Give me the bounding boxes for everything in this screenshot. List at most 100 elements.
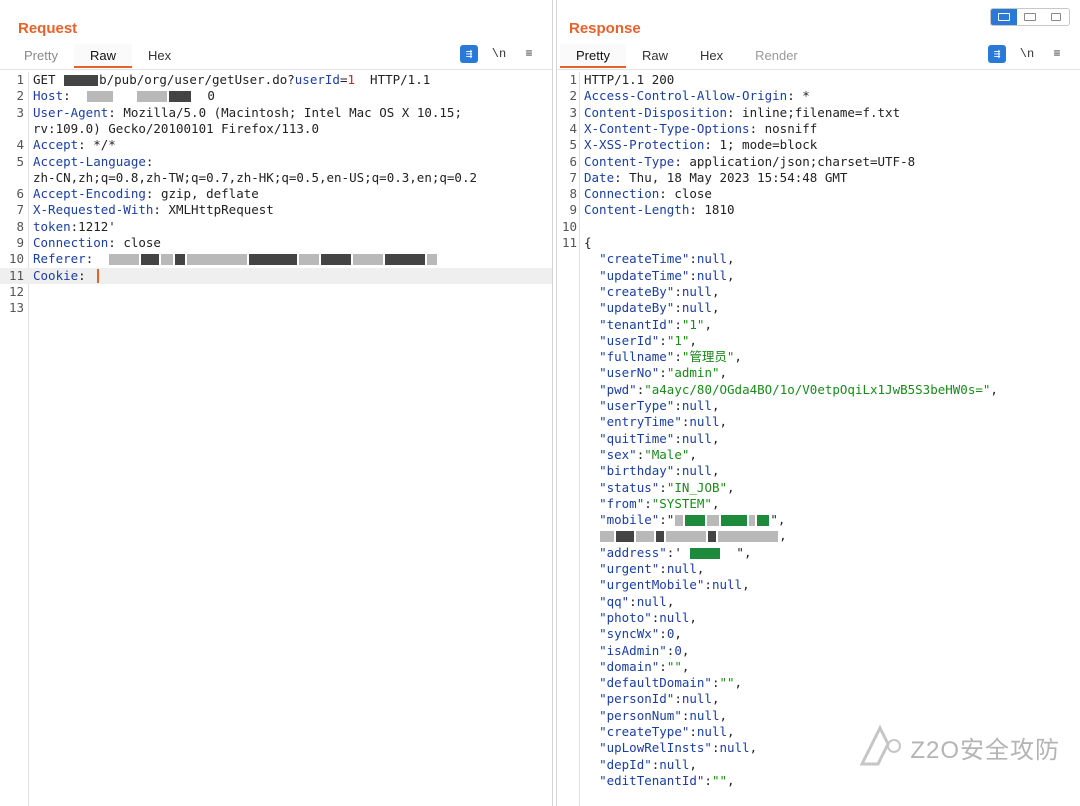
line-number: 7: [16, 202, 24, 218]
code-line[interactable]: 10 Referer:: [0, 251, 552, 267]
code-line[interactable]: "sex":"Male",: [557, 447, 1080, 463]
code-line[interactable]: "updateBy":null,: [557, 300, 1080, 316]
newline-toggle-icon[interactable]: \n: [490, 45, 508, 63]
code-line[interactable]: "pwd":"a4ayc/80/OGda4BO/1o/V0etpOqiLx1Jw…: [557, 382, 1080, 398]
code-line[interactable]: "urgent":null,: [557, 561, 1080, 577]
code-line[interactable]: "tenantId":"1",: [557, 317, 1080, 333]
code-line[interactable]: 8 Connection: close: [557, 186, 1080, 202]
code-line[interactable]: ,: [557, 528, 1080, 544]
response-editor[interactable]: 1 HTTP/1.1 200 2 Access-Control-Allow-Origi…: [557, 72, 1080, 806]
redacted-text: [86, 91, 113, 103]
code-line[interactable]: 9 Content-Length: 1810: [557, 202, 1080, 218]
pretty-print-icon[interactable]: ⇶: [460, 45, 478, 63]
menu-icon[interactable]: ≡: [1048, 45, 1066, 63]
code-line[interactable]: 11 {: [557, 235, 1080, 251]
code-text: ,: [727, 772, 735, 788]
stacked-layout-icon[interactable]: [1017, 9, 1043, 25]
code-line[interactable]: 10: [557, 219, 1080, 235]
watermark-text: Z2O安全攻防: [910, 736, 1060, 764]
newline-toggle-icon[interactable]: \n: [1018, 45, 1036, 63]
code-line[interactable]: "personId":null,: [557, 691, 1080, 707]
tab-response-raw[interactable]: Raw: [626, 44, 684, 68]
tab-response-render[interactable]: Render: [739, 44, 814, 68]
code-line[interactable]: 4 X-Content-Type-Options: nosniff: [557, 121, 1080, 137]
line-content: "photo":null,: [584, 610, 697, 626]
code-line[interactable]: "address":' ",: [557, 545, 1080, 561]
line-content: HTTP/1.1 200: [584, 72, 674, 88]
code-line[interactable]: "createBy":null,: [557, 284, 1080, 300]
code-line[interactable]: "from":"SYSTEM",: [557, 496, 1080, 512]
line-number: 8: [569, 186, 577, 202]
code-line[interactable]: 12: [0, 284, 552, 300]
code-line[interactable]: "birthday":null,: [557, 463, 1080, 479]
code-line[interactable]: "fullname":"管理员",: [557, 349, 1080, 365]
code-line[interactable]: 6 Content-Type: application/json;charset=…: [557, 154, 1080, 170]
pretty-print-icon[interactable]: ⇶: [988, 45, 1006, 63]
code-line[interactable]: 7 X-Requested-With: XMLHttpRequest: [0, 202, 552, 218]
tab-response-hex[interactable]: Hex: [684, 44, 739, 68]
code-line[interactable]: "editTenantId":"",: [557, 773, 1080, 789]
code-line[interactable]: "createTime":null,: [557, 251, 1080, 267]
code-line[interactable]: rv:109.0) Gecko/20100101 Firefox/113.0: [0, 121, 552, 137]
code-line[interactable]: 13: [0, 300, 552, 316]
request-editor[interactable]: 1 GET b/pub/org/user/getUser.do?userId=1 …: [0, 72, 552, 806]
code-line[interactable]: "userId":"1",: [557, 333, 1080, 349]
code-line[interactable]: "mobile":" ",: [557, 512, 1080, 528]
code-line[interactable]: 2 Access-Control-Allow-Origin: *: [557, 88, 1080, 104]
header-key: "updateBy": [599, 300, 675, 316]
code-line[interactable]: "defaultDomain":"",: [557, 675, 1080, 691]
code-text: ,: [704, 316, 712, 332]
code-line[interactable]: "quitTime":null,: [557, 431, 1080, 447]
menu-icon[interactable]: ≡: [520, 45, 538, 63]
code-line[interactable]: 11 Cookie:: [0, 267, 552, 284]
code-line[interactable]: 5 Accept-Language:: [0, 154, 552, 170]
code-line[interactable]: "entryTime":null,: [557, 414, 1080, 430]
code-line[interactable]: "domain":"",: [557, 659, 1080, 675]
code-line[interactable]: 3 Content-Disposition: inline;filename=f.…: [557, 105, 1080, 121]
code-line[interactable]: "updateTime":null,: [557, 268, 1080, 284]
literal-value: null: [659, 609, 690, 625]
code-line[interactable]: "urgentMobile":null,: [557, 577, 1080, 593]
line-content: Access-Control-Allow-Origin: *: [584, 88, 810, 104]
code-line[interactable]: "isAdmin":0,: [557, 643, 1080, 659]
code-line[interactable]: 9 Connection: close: [0, 235, 552, 251]
tab-request-pretty[interactable]: Pretty: [8, 44, 74, 68]
literal-value: null: [689, 414, 720, 430]
side-by-side-icon[interactable]: [991, 9, 1017, 25]
code-line[interactable]: "userType":null,: [557, 398, 1080, 414]
literal-value: null: [681, 398, 712, 413]
code-line[interactable]: 8 token:1212': [0, 219, 552, 235]
code-line[interactable]: 7 Date: Thu, 18 May 2023 15:54:48 GMT: [557, 170, 1080, 186]
code-text: : application/json;charset=UTF-8: [674, 153, 916, 169]
code-line[interactable]: "personNum":null,: [557, 708, 1080, 724]
code-text: : close: [108, 235, 161, 250]
code-line[interactable]: 3 User-Agent: Mozilla/5.0 (Macintosh; Int…: [0, 105, 552, 121]
code-text: ,: [734, 675, 743, 691]
code-line[interactable]: zh-CN,zh;q=0.8,zh-TW;q=0.7,zh-HK;q=0.5,e…: [0, 170, 552, 186]
code-line[interactable]: 4 Accept: */*: [0, 137, 552, 153]
code-line[interactable]: "status":"IN_JOB",: [557, 480, 1080, 496]
code-line[interactable]: 6 Accept-Encoding: gzip, deflate: [0, 186, 552, 202]
line-number: 11: [561, 235, 577, 250]
code-line[interactable]: "qq":null,: [557, 594, 1080, 610]
tab-request-hex[interactable]: Hex: [132, 44, 187, 68]
code-line[interactable]: 2 Host: 0: [0, 88, 552, 104]
line-content: "from":"SYSTEM",: [584, 496, 719, 512]
code-text: :: [85, 251, 109, 267]
code-line[interactable]: 1 HTTP/1.1 200: [557, 72, 1080, 88]
code-line[interactable]: 1 GET b/pub/org/user/getUser.do?userId=1 …: [0, 72, 552, 88]
code-line[interactable]: "userNo":"admin",: [557, 365, 1080, 381]
request-toolbar: ⇶ \n ≡: [460, 45, 538, 63]
layout-toggle[interactable]: [990, 8, 1070, 26]
tab-response-pretty[interactable]: Pretty: [560, 44, 626, 68]
single-pane-icon[interactable]: [1043, 9, 1069, 25]
response-tabs: Pretty Raw Hex Render: [560, 44, 814, 68]
code-line[interactable]: 5 X-XSS-Protection: 1; mode=block: [557, 137, 1080, 153]
code-line[interactable]: "photo":null,: [557, 610, 1080, 626]
tab-request-raw[interactable]: Raw: [73, 44, 132, 68]
code-line[interactable]: "syncWx":0,: [557, 626, 1080, 642]
